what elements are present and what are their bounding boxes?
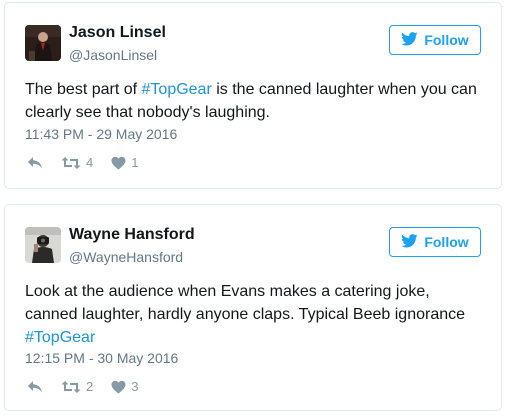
tweet-text: Look at the audience when Evans makes a … — [25, 280, 481, 349]
tweet-card: Jason Linsel @JasonLinsel Follow The bes… — [4, 2, 502, 189]
heart-icon — [111, 380, 126, 394]
like-button[interactable]: 3 — [111, 379, 138, 394]
tweet-card: Wayne Hansford @WayneHansford Follow Loo… — [4, 204, 502, 411]
avatar[interactable] — [25, 227, 61, 263]
reply-icon — [27, 156, 43, 170]
retweet-icon — [61, 380, 81, 394]
bird-icon — [401, 31, 418, 49]
tweet-text-part: The best part of — [25, 81, 142, 98]
display-name[interactable]: Jason Linsel — [69, 24, 166, 42]
reply-button[interactable] — [27, 380, 43, 394]
like-button[interactable]: 1 — [111, 155, 138, 170]
heart-icon — [111, 156, 126, 170]
retweet-button[interactable]: 4 — [61, 155, 93, 170]
follow-button[interactable]: Follow — [389, 227, 481, 257]
reply-button[interactable] — [27, 156, 43, 170]
tweet-actions: 2 3 — [27, 379, 156, 394]
username-handle[interactable]: @JasonLinsel — [69, 47, 157, 63]
follow-label: Follow — [424, 234, 469, 250]
bird-icon — [401, 233, 418, 251]
tweet-actions: 4 1 — [27, 155, 156, 170]
follow-label: Follow — [424, 32, 469, 48]
reply-icon — [27, 380, 43, 394]
retweet-button[interactable]: 2 — [61, 379, 93, 394]
tweet-timestamp[interactable]: 11:43 PM - 29 May 2016 — [25, 126, 177, 142]
tweet-text-part: Look at the audience when Evans makes a … — [25, 283, 466, 323]
follow-button[interactable]: Follow — [389, 25, 481, 55]
username-handle[interactable]: @WayneHansford — [69, 249, 183, 265]
retweet-icon — [61, 156, 81, 170]
avatar[interactable] — [25, 25, 61, 61]
like-count: 3 — [131, 379, 139, 394]
hashtag-link[interactable]: #TopGear — [142, 81, 212, 98]
like-count: 1 — [131, 155, 139, 170]
display-name[interactable]: Wayne Hansford — [69, 226, 195, 244]
hashtag-link[interactable]: #TopGear — [25, 329, 95, 346]
retweet-count: 4 — [86, 155, 94, 170]
retweet-count: 2 — [86, 379, 94, 394]
tweet-text: The best part of #TopGear is the canned … — [25, 78, 481, 124]
tweet-timestamp[interactable]: 12:15 PM - 30 May 2016 — [25, 350, 178, 366]
